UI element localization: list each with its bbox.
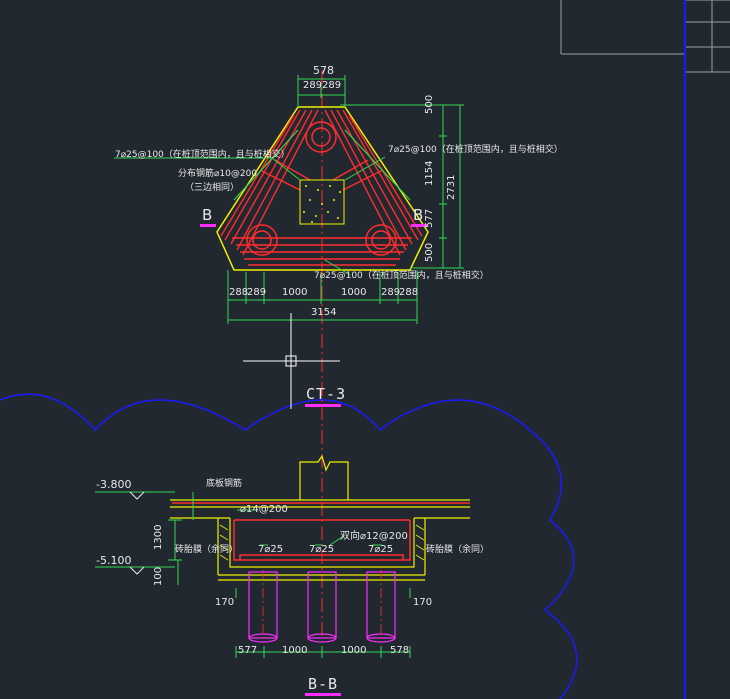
slab-lines: [170, 499, 470, 581]
plan-dimensions: [114, 75, 464, 324]
plan-title-underline: [305, 404, 341, 407]
title-block-frame: [560, 0, 730, 73]
column-outline: [299, 454, 349, 500]
elevation-markers: [129, 491, 145, 575]
cad-drawing-canvas[interactable]: { "plan": { "title": "CT-3", "dims_top":…: [0, 0, 730, 699]
crosshair-cursor: [243, 313, 340, 409]
revision-cloud: [0, 393, 578, 699]
drawing-svg: [0, 0, 730, 699]
section-title-underline: [305, 693, 341, 696]
section-mark-right-bar: [411, 224, 427, 227]
section-mark-left-bar: [200, 224, 216, 227]
section-view: [95, 454, 470, 696]
